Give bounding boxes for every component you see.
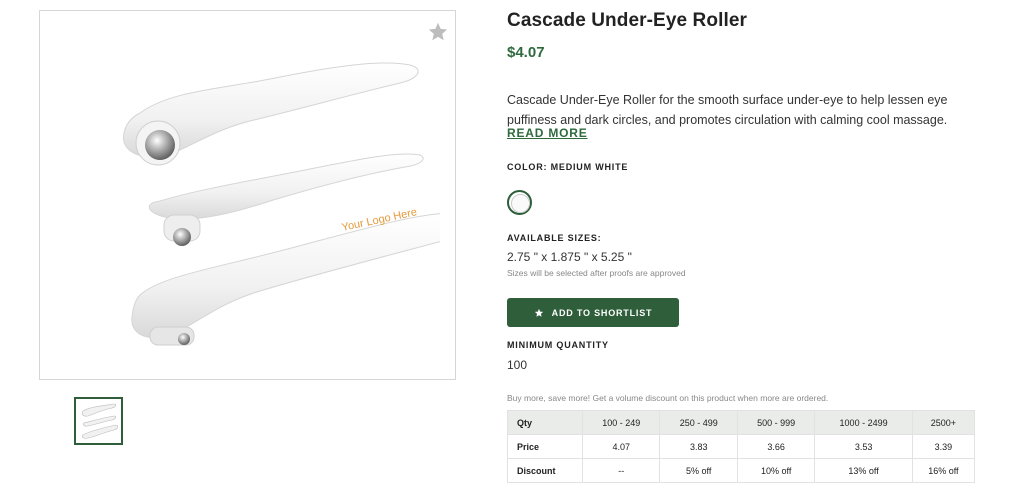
table-cell: 4.07 [581, 434, 661, 459]
volume-discount-note: Buy more, save more! Get a volume discou… [507, 393, 829, 403]
table-header-cell: 250 - 499 [659, 410, 738, 435]
product-thumbnail[interactable] [74, 397, 123, 445]
pricing-table: Qty 100 - 249 250 - 499 500 - 999 1000 -… [507, 410, 976, 483]
table-cell: 3.39 [911, 434, 976, 459]
favorite-star-icon[interactable] [427, 21, 449, 43]
minimum-quantity-label: MINIMUM QUANTITY [507, 340, 609, 350]
table-cell: 13% off [814, 458, 913, 483]
table-header-cell: 2500+ [911, 410, 976, 435]
size-note: Sizes will be selected after proofs are … [507, 268, 686, 278]
color-swatch-medium-white[interactable] [507, 190, 532, 215]
table-header-cell: Qty [507, 410, 583, 435]
star-icon [534, 308, 543, 317]
thumbnail-image [81, 403, 119, 439]
table-cell: Price [507, 434, 583, 459]
table-cell: 10% off [736, 458, 816, 483]
table-cell: -- [581, 458, 661, 483]
product-description: Cascade Under-Eye Roller for the smooth … [507, 90, 977, 130]
read-more-link[interactable]: READ MORE [507, 126, 588, 140]
table-cell: 3.66 [736, 434, 816, 459]
table-header-cell: 500 - 999 [736, 410, 816, 435]
minimum-quantity-value: 100 [507, 358, 528, 372]
table-cell: 16% off [911, 458, 976, 483]
product-title: Cascade Under-Eye Roller [507, 10, 747, 31]
table-cell: 5% off [659, 458, 738, 483]
product-image-frame: Your Logo Here [39, 10, 456, 380]
table-row-price: Price 4.07 3.83 3.66 3.53 3.39 [507, 434, 976, 459]
table-row-discount: Discount -- 5% off 10% off 13% off 16% o… [507, 458, 976, 483]
color-label: COLOR: MEDIUM WHITE [507, 162, 629, 172]
table-header-row: Qty 100 - 249 250 - 499 500 - 999 1000 -… [507, 410, 976, 435]
add-to-shortlist-button[interactable]: ADD TO SHORTLIST [507, 298, 679, 327]
product-photo: Your Logo Here [123, 62, 440, 346]
table-cell: 3.83 [659, 434, 738, 459]
shortlist-button-label: ADD TO SHORTLIST [551, 307, 653, 318]
size-value: 2.75 " x 1.875 " x 5.25 " [507, 250, 632, 264]
table-cell: Discount [507, 458, 583, 483]
product-price: $4.07 [507, 44, 545, 61]
table-header-cell: 1000 - 2499 [814, 410, 913, 435]
table-cell: 3.53 [814, 434, 913, 459]
description-text: Cascade Under-Eye Roller for the smooth … [507, 93, 948, 127]
available-sizes-label: AVAILABLE SIZES: [507, 233, 602, 243]
table-header-cell: 100 - 249 [581, 410, 661, 435]
